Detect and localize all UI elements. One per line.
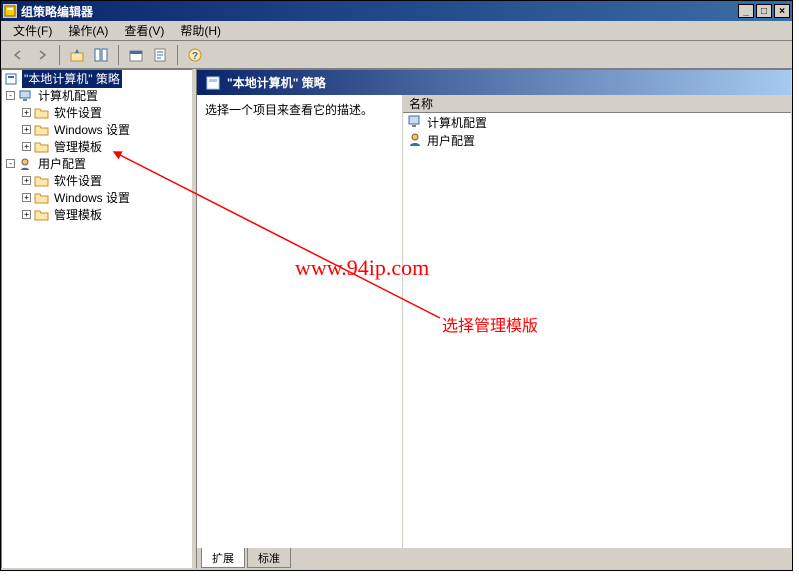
show-hide-button[interactable] <box>90 44 112 66</box>
close-button[interactable]: × <box>774 4 790 18</box>
user-icon <box>407 132 423 148</box>
computer-icon <box>18 89 34 103</box>
list-item-label: 用户配置 <box>427 132 475 149</box>
expand-icon[interactable]: + <box>22 142 31 151</box>
tab-standard[interactable]: 标准 <box>247 548 291 568</box>
menu-view[interactable]: 查看(V) <box>116 20 172 41</box>
titlebar: 组策略编辑器 _ □ × <box>1 1 792 21</box>
menu-help[interactable]: 帮助(H) <box>172 20 229 41</box>
maximize-button[interactable]: □ <box>756 4 772 18</box>
back-button <box>7 44 29 66</box>
collapse-icon[interactable]: - <box>6 91 15 100</box>
expand-icon[interactable]: + <box>22 125 31 134</box>
titlebar-left: 组策略编辑器 <box>3 3 93 20</box>
user-icon <box>18 157 34 171</box>
tree-user-config[interactable]: - 用户配置 <box>2 155 192 172</box>
list-panel: 名称 计算机配置 用户配置 <box>402 95 791 548</box>
menubar: 文件(F) 操作(A) 查看(V) 帮助(H) <box>1 21 792 41</box>
app-icon <box>3 4 17 18</box>
tree-user-admin-templates[interactable]: + 管理模板 <box>2 206 192 223</box>
right-header: "本地计算机" 策略 <box>197 70 791 95</box>
description-text: 选择一个项目来查看它的描述。 <box>205 101 394 118</box>
toolbar: ? <box>1 41 792 69</box>
description-panel: 选择一个项目来查看它的描述。 <box>197 95 402 548</box>
list-item-label: 计算机配置 <box>427 114 487 131</box>
tree-user-software-settings[interactable]: + 软件设置 <box>2 172 192 189</box>
policy-icon <box>4 72 20 86</box>
window-title: 组策略编辑器 <box>21 3 93 20</box>
list-item-computer-config[interactable]: 计算机配置 <box>403 113 791 131</box>
expand-icon[interactable]: + <box>22 210 31 219</box>
svg-text:?: ? <box>192 51 198 62</box>
tree-windows-settings[interactable]: + Windows 设置 <box>2 121 192 138</box>
window-buttons: _ □ × <box>738 4 790 18</box>
export-button[interactable] <box>149 44 171 66</box>
forward-button <box>31 44 53 66</box>
folder-icon <box>34 174 50 188</box>
tree-label: 管理模板 <box>52 205 104 224</box>
toolbar-separator <box>59 45 60 65</box>
right-panel: "本地计算机" 策略 选择一个项目来查看它的描述。 名称 计算机配置 <box>196 69 792 569</box>
toolbar-separator <box>177 45 178 65</box>
tree-computer-config[interactable]: - 计算机配置 <box>2 87 192 104</box>
right-body: 选择一个项目来查看它的描述。 名称 计算机配置 用户配置 <box>197 95 791 548</box>
tabs: 扩展 标准 <box>197 548 791 568</box>
tree-panel[interactable]: "本地计算机" 策略 - 计算机配置 + 软件设置 + Windows 设置 +… <box>1 69 193 569</box>
up-button[interactable] <box>66 44 88 66</box>
expand-icon[interactable]: + <box>22 176 31 185</box>
computer-icon <box>407 114 423 130</box>
list-column-header[interactable]: 名称 <box>403 95 791 113</box>
tree-root[interactable]: "本地计算机" 策略 <box>2 70 192 87</box>
expand-icon[interactable]: + <box>22 193 31 202</box>
tree-admin-templates[interactable]: + 管理模板 <box>2 138 192 155</box>
folder-icon <box>34 191 50 205</box>
column-name-label: 名称 <box>409 95 433 112</box>
list-item-user-config[interactable]: 用户配置 <box>403 131 791 149</box>
folder-icon <box>34 106 50 120</box>
folder-icon <box>34 140 50 154</box>
right-header-title: "本地计算机" 策略 <box>227 74 326 91</box>
menu-action[interactable]: 操作(A) <box>60 20 116 41</box>
properties-button[interactable] <box>125 44 147 66</box>
toolbar-separator <box>118 45 119 65</box>
menu-file[interactable]: 文件(F) <box>5 20 60 41</box>
minimize-button[interactable]: _ <box>738 4 754 18</box>
tab-extended[interactable]: 扩展 <box>201 548 245 568</box>
tree-user-windows-settings[interactable]: + Windows 设置 <box>2 189 192 206</box>
content-area: "本地计算机" 策略 - 计算机配置 + 软件设置 + Windows 设置 +… <box>1 69 792 569</box>
tree-software-settings[interactable]: + 软件设置 <box>2 104 192 121</box>
help-button[interactable]: ? <box>184 44 206 66</box>
folder-icon <box>34 123 50 137</box>
collapse-icon[interactable]: - <box>6 159 15 168</box>
expand-icon[interactable]: + <box>22 108 31 117</box>
folder-icon <box>34 208 50 222</box>
app-window: 组策略编辑器 _ □ × 文件(F) 操作(A) 查看(V) 帮助(H) ? "… <box>0 0 793 571</box>
policy-icon <box>205 75 221 91</box>
